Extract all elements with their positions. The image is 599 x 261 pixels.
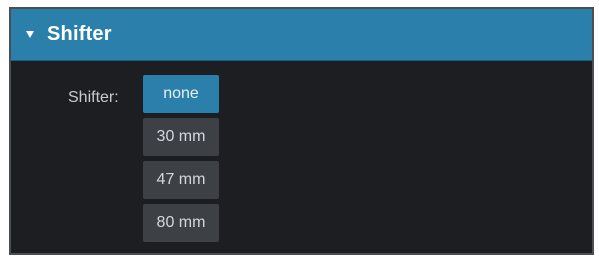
- shifter-option-80mm[interactable]: 80 mm: [143, 204, 219, 242]
- shifter-option-30mm[interactable]: 30 mm: [143, 118, 219, 156]
- caret-down-icon[interactable]: [26, 31, 34, 38]
- shifter-option-none[interactable]: none: [143, 75, 219, 113]
- shifter-options: none 30 mm 47 mm 80 mm: [143, 75, 219, 247]
- panel-title: Shifter: [47, 23, 112, 45]
- shifter-panel: Shifter Shifter: none 30 mm 47 mm 80 mm: [9, 7, 594, 255]
- panel-header[interactable]: Shifter: [11, 9, 592, 61]
- shifter-option-47mm[interactable]: 47 mm: [143, 161, 219, 199]
- shifter-label: Shifter:: [68, 89, 119, 106]
